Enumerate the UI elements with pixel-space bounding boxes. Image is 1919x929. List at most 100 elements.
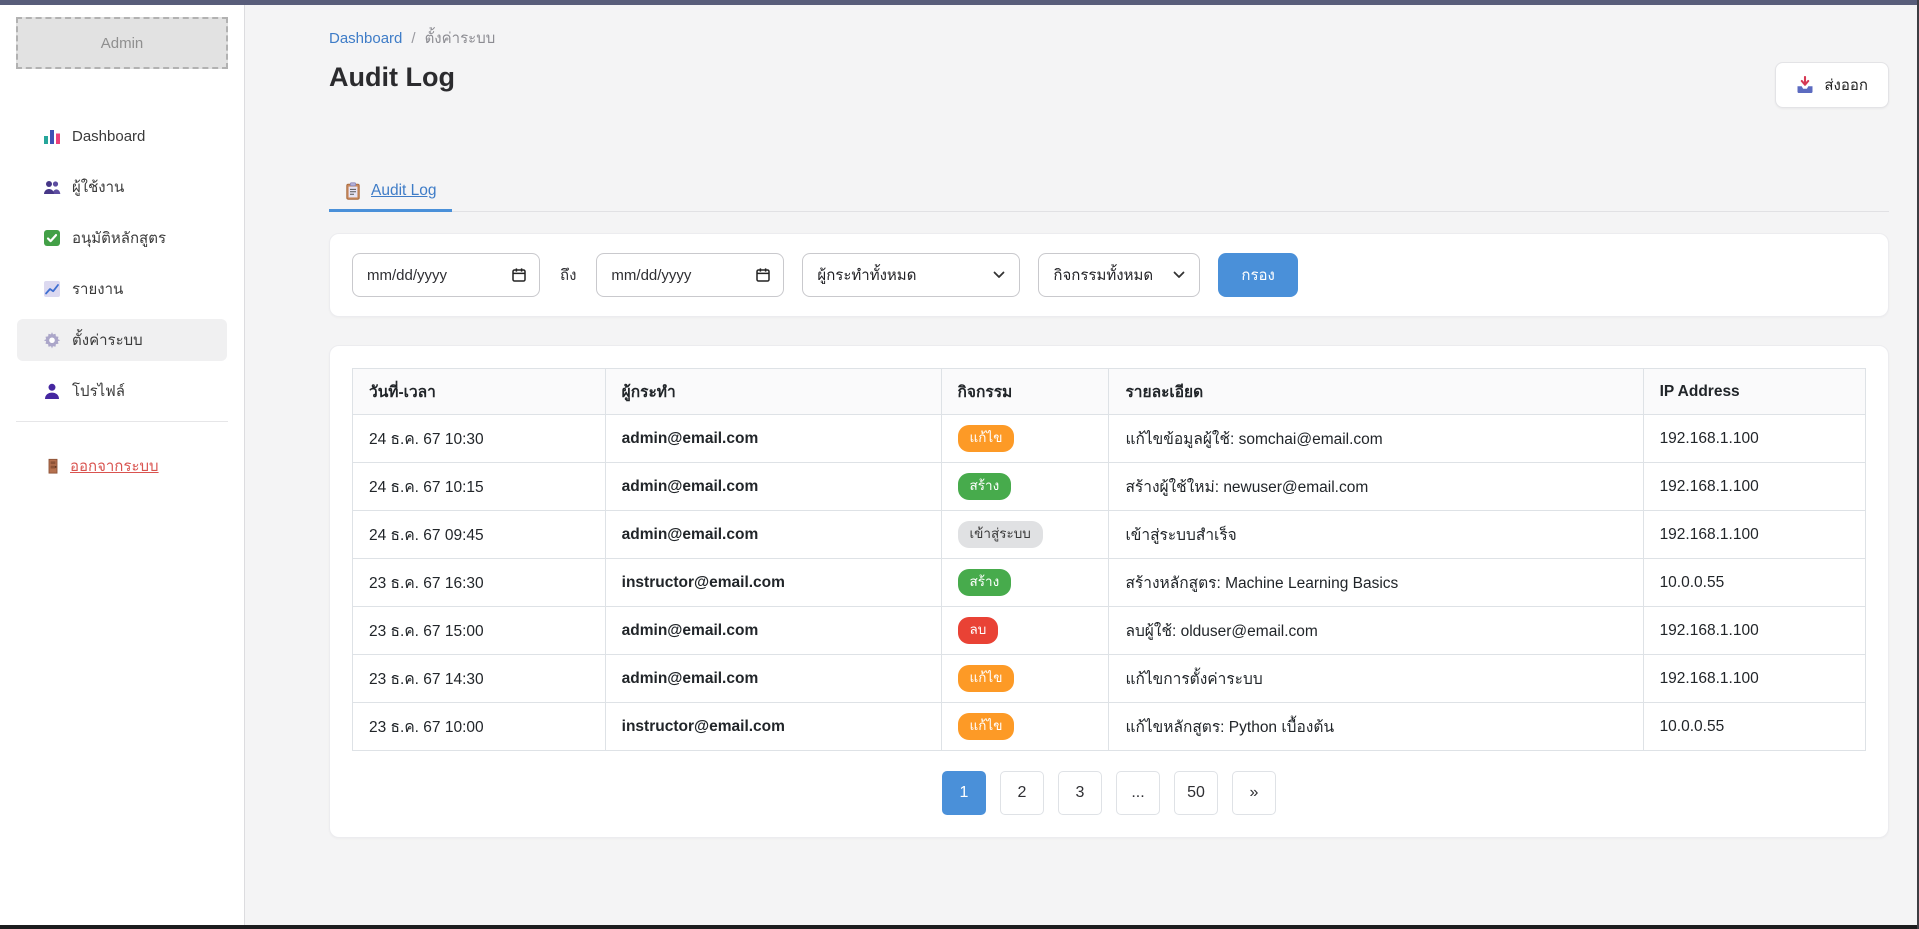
sidebar-item-label: รายงาน <box>72 277 123 301</box>
admin-logo-text: Admin <box>101 35 144 52</box>
logout-link[interactable]: ออกจากระบบ <box>45 454 159 478</box>
tab-bar: Audit Log <box>329 172 1889 212</box>
window-top-border <box>0 0 1919 5</box>
actor-filter-value: ผู้กระทำทั้งหมด <box>817 263 916 287</box>
column-header-5: IP Address <box>1643 369 1865 415</box>
cell-details: แก้ไขข้อมูลผู้ใช้: somchai@email.com <box>1109 415 1643 463</box>
cell-action: แก้ไข <box>941 655 1109 703</box>
calendar-icon[interactable] <box>755 267 771 283</box>
cell-datetime: 24 ธ.ค. 67 09:45 <box>353 511 606 559</box>
cell-details: สร้างหลักสูตร: Machine Learning Basics <box>1109 559 1643 607</box>
column-header-4: รายละเอียด <box>1109 369 1643 415</box>
date-to-input[interactable]: mm/dd/yyyy <box>596 253 784 297</box>
pagination: 123... 50 » <box>352 771 1866 815</box>
cell-actor: admin@email.com <box>605 607 941 655</box>
main-content: Dashboard / ตั้งค่าระบบ Audit Log ส่งออก… <box>245 0 1919 929</box>
cell-action: แก้ไข <box>941 703 1109 751</box>
date-from-input[interactable]: mm/dd/yyyy <box>352 253 540 297</box>
calendar-icon[interactable] <box>511 267 527 283</box>
cell-details: แก้ไขการตั้งค่าระบบ <box>1109 655 1643 703</box>
tab-audit-log[interactable]: Audit Log <box>329 172 452 212</box>
profile-icon <box>43 382 61 400</box>
filter-button[interactable]: กรอง <box>1218 253 1297 297</box>
audit-log-table-card: วันที่-เวลาผู้กระทำกิจกรรมรายละเอียดIP A… <box>329 345 1889 838</box>
course-approve-icon <box>43 229 61 247</box>
sidebar-item-label: ตั้งค่าระบบ <box>72 328 143 352</box>
table-row: 23 ธ.ค. 67 15:00admin@email.comลบลบผู้ใช… <box>353 607 1866 655</box>
date-from-placeholder: mm/dd/yyyy <box>367 267 447 284</box>
cell-ip: 192.168.1.100 <box>1643 463 1865 511</box>
sidebar: Admin Dashboard ผู้ใช้งานอนุมัติหลักสูตรร… <box>0 0 245 929</box>
export-button-label: ส่งออก <box>1824 73 1868 97</box>
logout-label: ออกจากระบบ <box>70 454 159 478</box>
cell-datetime: 24 ธ.ค. 67 10:15 <box>353 463 606 511</box>
table-row: 23 ธ.ค. 67 16:30instructor@email.com สร้า… <box>353 559 1866 607</box>
users-icon <box>43 178 61 196</box>
actor-filter-select[interactable]: ผู้กระทำทั้งหมด <box>802 253 1020 297</box>
table-row: 24 ธ.ค. 67 09:45admin@email.com เข้าสู่ระ… <box>353 511 1866 559</box>
page-title: Audit Log <box>329 62 455 93</box>
sidebar-item-approve-courses[interactable]: อนุมัติหลักสูตร <box>17 217 227 259</box>
audit-log-table: วันที่-เวลาผู้กระทำกิจกรรมรายละเอียดIP A… <box>352 368 1866 751</box>
cell-details: ลบผู้ใช้: olduser@email.com <box>1109 607 1643 655</box>
column-header-3: กิจกรรม <box>941 369 1109 415</box>
date-range-to-label: ถึง <box>560 263 576 287</box>
action-badge-create: สร้าง <box>958 569 1012 596</box>
sidebar-item-settings[interactable]: ตั้งค่าระบบ <box>17 319 227 361</box>
cell-ip: 192.168.1.100 <box>1643 511 1865 559</box>
cell-ip: 192.168.1.100 <box>1643 655 1865 703</box>
table-row: 23 ธ.ค. 67 14:30admin@email.comแก้ไขแก้ไ… <box>353 655 1866 703</box>
cell-details: แก้ไขหลักสูตร: Python เบื้องต้น <box>1109 703 1643 751</box>
settings-gear-icon <box>43 331 61 349</box>
cell-actor: instructor@email.com <box>605 703 941 751</box>
sidebar-item-label: อนุมัติหลักสูตร <box>72 226 166 250</box>
cell-details: เข้าสู่ระบบสำเร็จ <box>1109 511 1643 559</box>
export-button[interactable]: ส่งออก <box>1775 62 1889 108</box>
pagination-ellipsis: ... <box>1116 771 1160 815</box>
page-button-50[interactable]: 50 <box>1174 771 1218 815</box>
report-icon <box>43 280 61 298</box>
dashboard-icon <box>43 127 61 145</box>
activity-filter-select[interactable]: กิจกรรมทั้งหมด <box>1038 253 1200 297</box>
cell-datetime: 23 ธ.ค. 67 16:30 <box>353 559 606 607</box>
cell-actor: admin@email.com <box>605 415 941 463</box>
activity-filter-value: กิจกรรมทั้งหมด <box>1053 263 1153 287</box>
cell-action: สร้าง <box>941 559 1109 607</box>
sidebar-divider <box>16 421 228 422</box>
cell-ip: 10.0.0.55 <box>1643 703 1865 751</box>
table-row: 24 ธ.ค. 67 10:30admin@email.com แก้ไข แก้ไ… <box>353 415 1866 463</box>
cell-datetime: 23 ธ.ค. 67 14:30 <box>353 655 606 703</box>
cell-action: สร้าง <box>941 463 1109 511</box>
cell-ip: 192.168.1.100 <box>1643 415 1865 463</box>
chevron-down-icon <box>1173 271 1185 279</box>
cell-action: ลบ <box>941 607 1109 655</box>
cell-datetime: 23 ธ.ค. 67 10:00 <box>353 703 606 751</box>
page-button-1[interactable]: 1 <box>942 771 986 815</box>
action-badge-edit: แก้ไข <box>958 665 1015 692</box>
breadcrumb-dashboard-link[interactable]: Dashboard <box>329 30 402 47</box>
table-header-row: วันที่-เวลาผู้กระทำกิจกรรมรายละเอียดIP A… <box>353 369 1866 415</box>
action-badge-edit: แก้ไข <box>958 425 1015 452</box>
sidebar-item-users[interactable]: ผู้ใช้งาน <box>17 166 227 208</box>
sidebar-item-profile[interactable]: โปรไฟล์ <box>17 370 227 412</box>
export-download-icon <box>1796 76 1814 94</box>
next-page-button[interactable]: » <box>1232 771 1276 815</box>
cell-actor: admin@email.com <box>605 511 941 559</box>
sidebar-item-reports[interactable]: รายงาน <box>17 268 227 310</box>
cell-details: สร้างผู้ใช้ใหม่: newuser@email.com <box>1109 463 1643 511</box>
sidebar-item-label: โปรไฟล์ <box>72 379 125 403</box>
sidebar-item-dashboard[interactable]: Dashboard <box>17 115 227 157</box>
cell-actor: admin@email.com <box>605 463 941 511</box>
cell-ip: 192.168.1.100 <box>1643 607 1865 655</box>
cell-actor: instructor@email.com <box>605 559 941 607</box>
sidebar-item-label: Dashboard <box>72 128 145 145</box>
page-button-2[interactable]: 2 <box>1000 771 1044 815</box>
breadcrumb-separator: / <box>411 30 415 47</box>
clipboard-icon <box>344 182 362 200</box>
chevron-down-icon <box>993 271 1005 279</box>
cell-datetime: 23 ธ.ค. 67 15:00 <box>353 607 606 655</box>
cell-datetime: 24 ธ.ค. 67 10:30 <box>353 415 606 463</box>
column-header-2: ผู้กระทำ <box>605 369 941 415</box>
page-button-3[interactable]: 3 <box>1058 771 1102 815</box>
date-to-placeholder: mm/dd/yyyy <box>611 267 691 284</box>
